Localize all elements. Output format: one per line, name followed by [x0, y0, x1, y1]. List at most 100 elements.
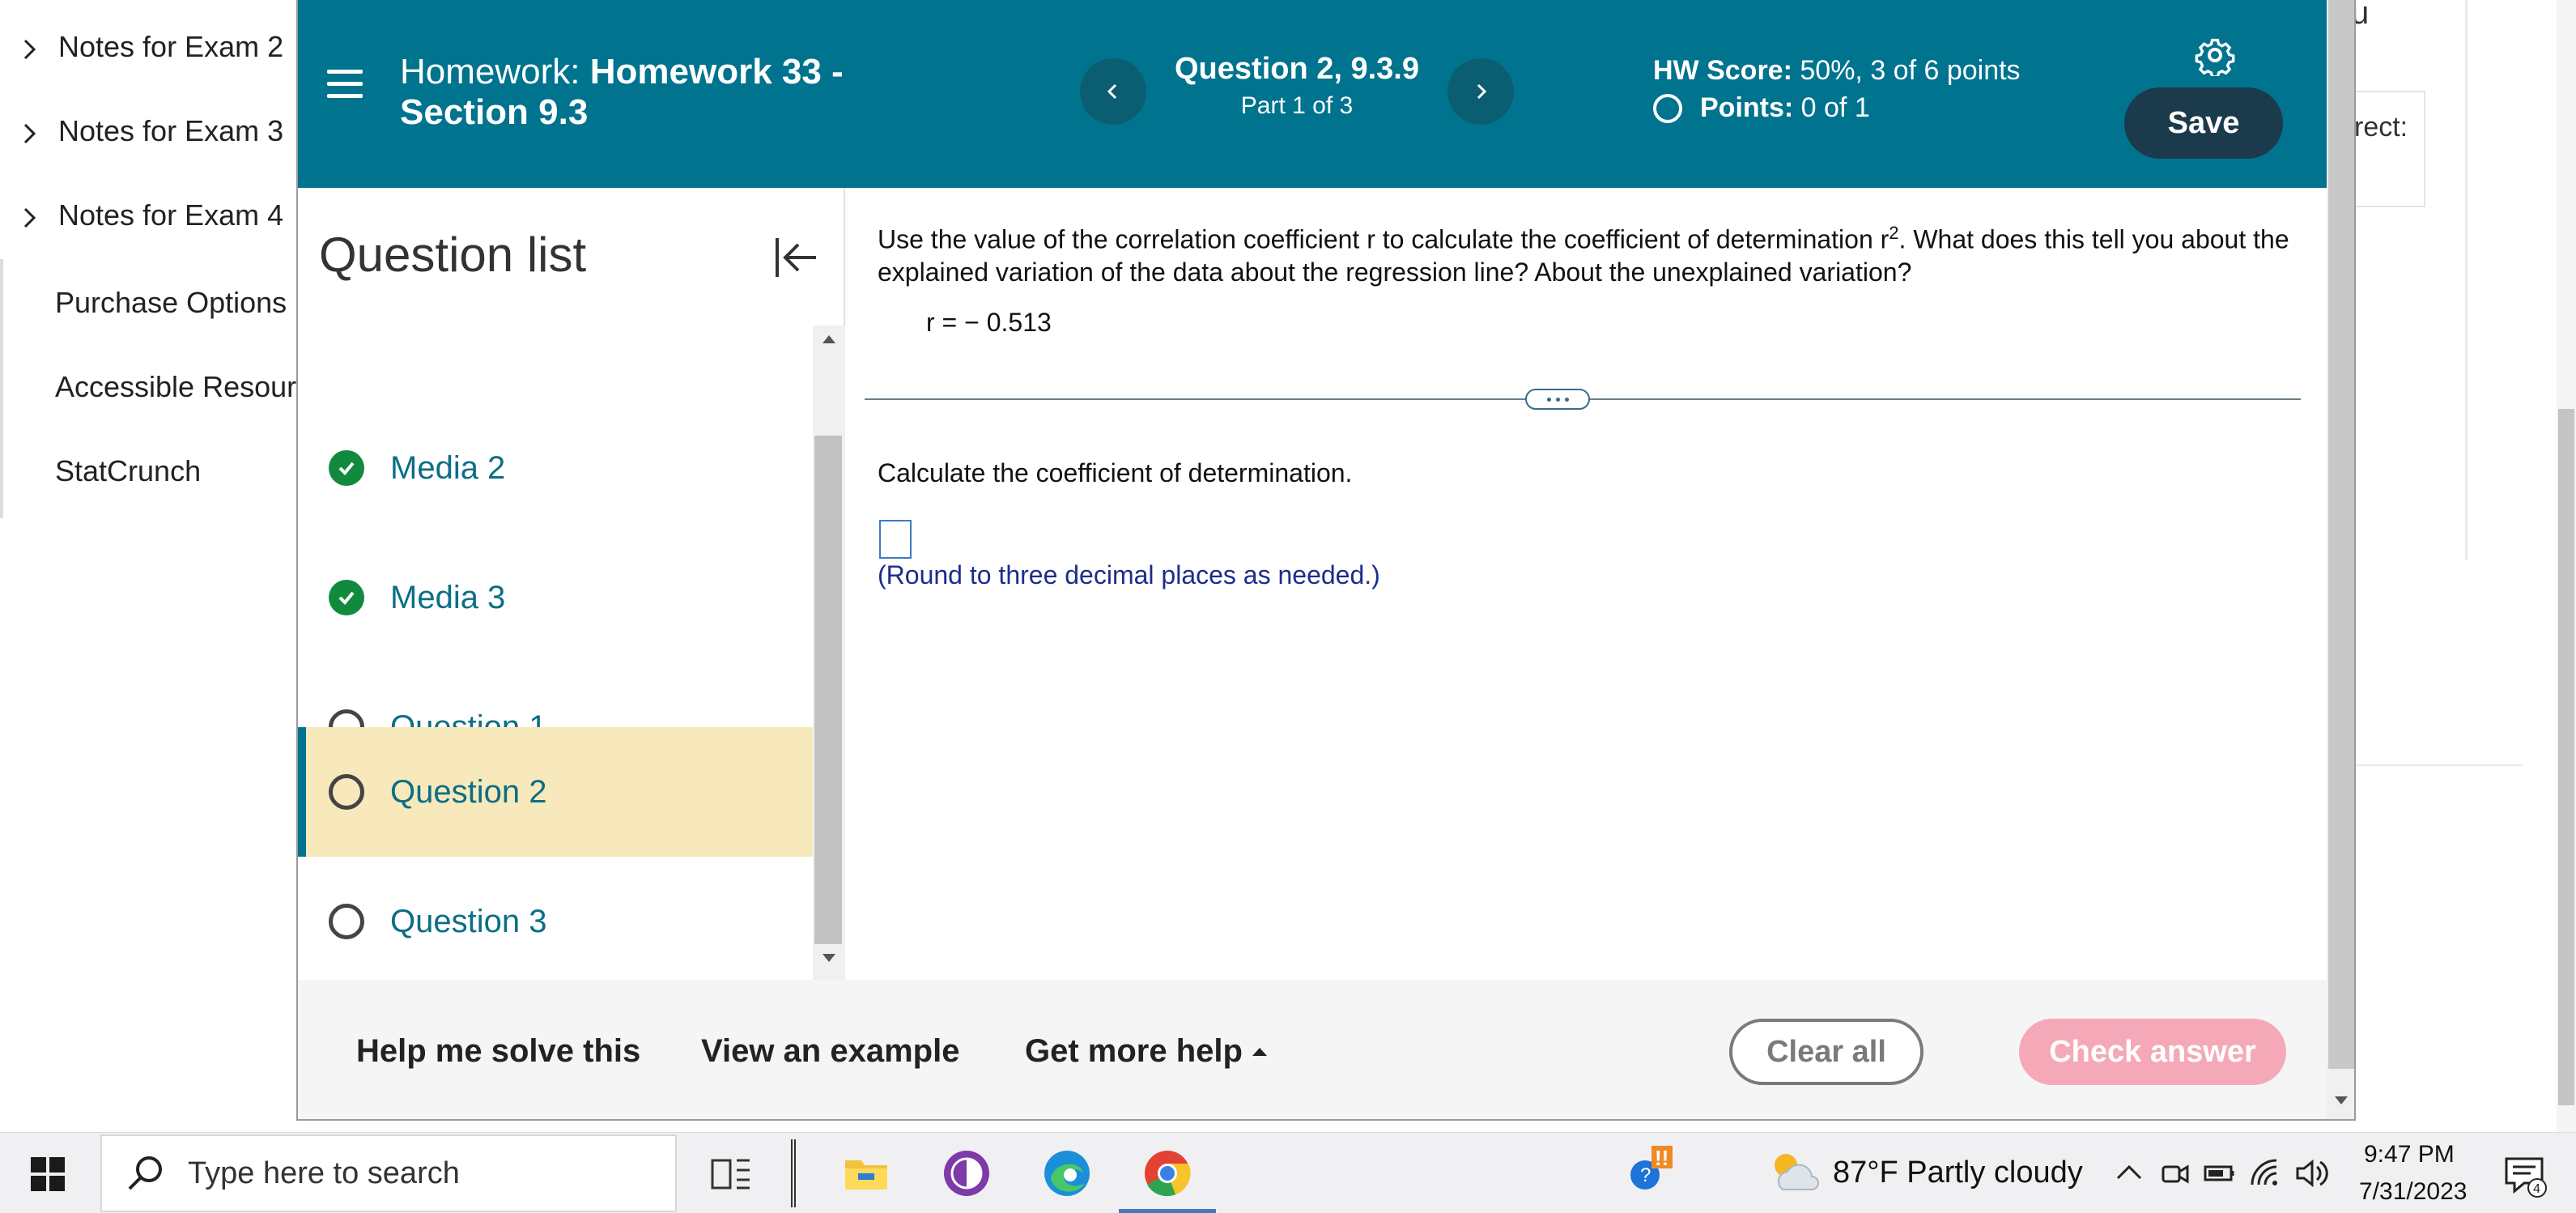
- course-sidebar: Notes for Exam 2 Notes for Exam 3 Notes …: [0, 0, 300, 518]
- scroll-down-arrow-icon[interactable]: [2332, 1093, 2351, 1109]
- sidebar-item-accessible-resources[interactable]: Accessible Resour: [0, 355, 296, 419]
- task-view-icon[interactable]: [708, 1149, 756, 1198]
- sidebar-item-statcrunch[interactable]: StatCrunch: [0, 439, 201, 504]
- hw-score-label: HW Score:: [1653, 55, 1792, 86]
- question-title: Question 2, 9.3.9: [1175, 52, 1419, 86]
- wifi-icon[interactable]: [2247, 1156, 2283, 1191]
- chrome-browser-icon[interactable]: [1143, 1149, 1192, 1198]
- help-me-solve-button[interactable]: Help me solve this: [356, 1033, 640, 1070]
- next-question-button[interactable]: [1447, 58, 1514, 125]
- question-list-item-media-3[interactable]: Media 3: [298, 533, 813, 662]
- weather-text[interactable]: 87°F Partly cloudy: [1833, 1156, 2083, 1190]
- incomplete-circle-icon: [329, 774, 364, 810]
- scroll-up-arrow-icon[interactable]: [819, 330, 839, 347]
- homework-prefix: Homework:: [400, 52, 580, 92]
- background-divider: [2353, 764, 2523, 766]
- checkmark-icon: [329, 450, 364, 486]
- collapse-panel-icon[interactable]: [772, 233, 821, 282]
- sidebar-item-notes-exam-2[interactable]: Notes for Exam 2: [0, 15, 283, 79]
- question-list-item-media-2[interactable]: Media 2: [298, 403, 813, 533]
- svg-text:!!: !!: [1655, 1146, 1668, 1170]
- caret-up-icon: [1252, 1047, 1267, 1056]
- search-placeholder: Type here to search: [188, 1156, 460, 1190]
- windows-taskbar: Type here to search ?!! 87°F Partly clou…: [0, 1132, 2576, 1213]
- question-part: Part 1 of 3: [1240, 92, 1354, 119]
- sidebar-item-label: Notes for Exam 4: [58, 198, 284, 232]
- sidebar-item-label: Accessible Resour: [55, 370, 297, 403]
- checkmark-icon: [329, 580, 364, 615]
- sidebar-item-label: Purchase Options: [55, 286, 287, 319]
- answer-input[interactable]: [879, 520, 912, 559]
- chevron-left-icon: [1107, 83, 1117, 100]
- modal-header: Homework: Homework 33 - Section 9.3 Ques…: [298, 0, 2327, 188]
- chevron-right-icon: [18, 203, 42, 228]
- svg-text:?: ?: [1640, 1164, 1651, 1186]
- clock-date[interactable]: 7/31/2023: [2359, 1178, 2467, 1206]
- homework-modal: Homework: Homework 33 - Section 9.3 Ques…: [296, 0, 2356, 1121]
- question-list-panel: Question list Media 2 Media 3 Question 1…: [298, 188, 845, 980]
- sidebar-item-notes-exam-3[interactable]: Notes for Exam 3: [0, 99, 283, 164]
- sidebar-item-label: StatCrunch: [55, 454, 202, 487]
- sidebar-item-label: Notes for Exam 3: [58, 114, 284, 147]
- question-prompt: Calculate the coefficient of determinati…: [878, 458, 1353, 487]
- view-example-button[interactable]: View an example: [701, 1033, 959, 1070]
- windows-start-icon[interactable]: [31, 1157, 65, 1191]
- meet-now-icon[interactable]: [2157, 1156, 2192, 1191]
- clear-all-button[interactable]: Clear all: [1729, 1019, 1923, 1085]
- search-icon: [128, 1156, 162, 1190]
- question-list-title: Question list: [319, 228, 587, 282]
- correlation-value: r = − 0.513: [926, 308, 1052, 337]
- superscript: 2: [1889, 223, 1899, 243]
- hamburger-menu-icon[interactable]: [327, 70, 363, 102]
- taskbar-separator-icon: [791, 1139, 796, 1207]
- question-text-part: Use the value of the correlation coeffic…: [878, 224, 1889, 254]
- notification-center-icon[interactable]: 4: [2502, 1152, 2547, 1198]
- modal-scrollbar-thumb[interactable]: [2328, 0, 2354, 1069]
- weather-partly-cloudy-icon[interactable]: [1766, 1146, 1820, 1199]
- alert-app-icon[interactable]: ?!!: [1626, 1144, 1674, 1193]
- notification-count: 4: [2533, 1182, 2540, 1196]
- sidebar-item-notes-exam-4[interactable]: Notes for Exam 4: [0, 183, 283, 248]
- sidebar-divider: [0, 259, 3, 518]
- clock-time[interactable]: 9:47 PM: [2364, 1141, 2455, 1168]
- question-list-item-label: Question 3: [390, 903, 547, 939]
- background-panel: [2353, 91, 2425, 207]
- gear-icon[interactable]: [2194, 34, 2236, 76]
- chevron-up-icon[interactable]: [2111, 1156, 2147, 1191]
- file-explorer-icon[interactable]: [842, 1149, 891, 1198]
- background-divider: [2465, 0, 2468, 560]
- active-app-indicator: [1119, 1209, 1216, 1213]
- tor-browser-icon[interactable]: [942, 1149, 991, 1198]
- chevron-right-icon: [18, 35, 42, 60]
- homework-section: Section 9.3: [400, 92, 589, 132]
- chevron-right-icon: [1477, 83, 1487, 100]
- expand-more-button[interactable]: [1525, 389, 1590, 410]
- volume-icon[interactable]: [2293, 1156, 2328, 1191]
- get-more-help-button[interactable]: Get more help: [1025, 1033, 1267, 1070]
- points-value: 0 of 1: [1800, 92, 1870, 123]
- question-list-item-label: Question 2: [390, 773, 547, 810]
- question-content: Use the value of the correlation coeffic…: [845, 188, 2327, 980]
- taskbar-search-box[interactable]: Type here to search: [100, 1134, 677, 1212]
- question-list-item-question-2[interactable]: Question 2: [298, 727, 813, 857]
- get-more-help-label: Get more help: [1025, 1033, 1243, 1069]
- edge-browser-icon[interactable]: [1043, 1149, 1091, 1198]
- battery-icon[interactable]: [2202, 1156, 2238, 1191]
- sidebar-item-label: Notes for Exam 2: [58, 30, 284, 63]
- question-list-item-label: Media 2: [390, 449, 506, 486]
- incomplete-circle-icon: [1653, 93, 1682, 123]
- sidebar-item-purchase-options[interactable]: Purchase Options: [0, 270, 287, 335]
- question-list-scrollbar-thumb[interactable]: [814, 436, 842, 944]
- question-list-item-label: Media 3: [390, 579, 506, 615]
- question-list-item-question-3[interactable]: Question 3: [298, 857, 813, 986]
- previous-question-button[interactable]: [1080, 58, 1146, 125]
- homework-name: Homework 33 -: [589, 52, 844, 92]
- points-status: Points: 0 of 1: [1653, 92, 1870, 124]
- page-scrollbar-thumb[interactable]: [2558, 409, 2574, 1105]
- check-answer-button[interactable]: Check answer: [2019, 1019, 2286, 1085]
- modal-footer: Help me solve this View an example Get m…: [298, 980, 2327, 1119]
- save-button[interactable]: Save: [2124, 87, 2283, 159]
- hw-score: HW Score: 50%, 3 of 6 points: [1653, 55, 2021, 87]
- hw-score-value: 50%, 3 of 6 points: [1800, 55, 2021, 86]
- scroll-down-arrow-icon[interactable]: [819, 951, 839, 967]
